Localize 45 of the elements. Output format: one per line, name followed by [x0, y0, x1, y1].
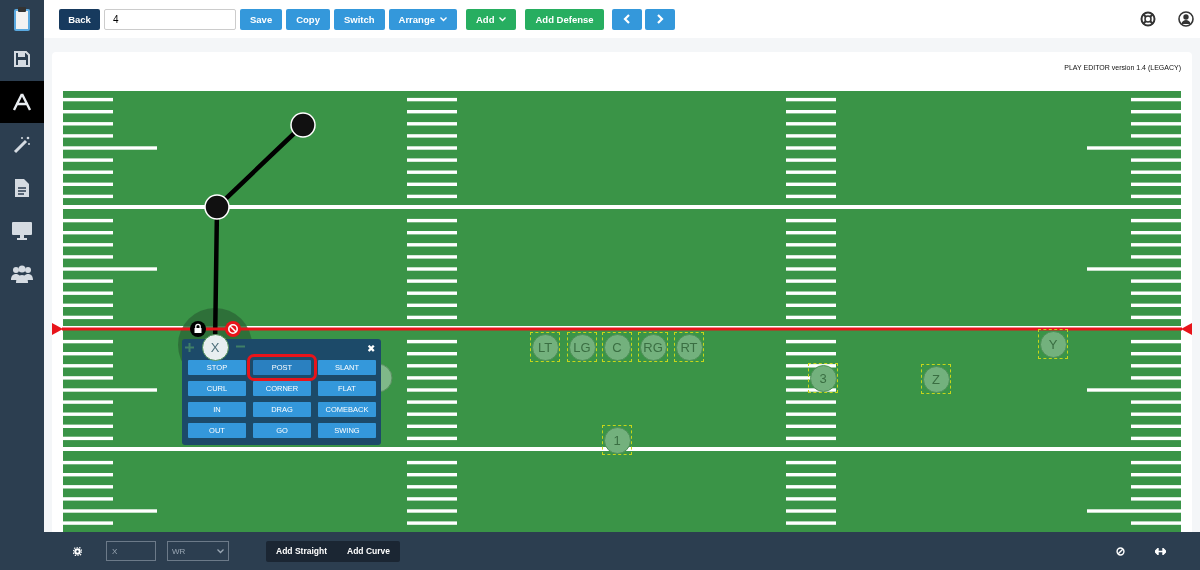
add-line-button[interactable]: Add Straight: [266, 540, 337, 562]
player-label-field[interactable]: X: [106, 541, 156, 561]
close-button[interactable]: ✖: [367, 343, 375, 355]
users-icon: [11, 265, 33, 283]
line-of-scrimmage[interactable]: [52, 323, 1192, 335]
player-marker[interactable]: C: [602, 332, 632, 362]
player-marker[interactable]: LT: [530, 332, 560, 362]
route-node[interactable]: [290, 112, 316, 138]
toolbar-button[interactable]: Add Defense: [525, 8, 604, 30]
help-lifebuoy-icon[interactable]: [1140, 11, 1156, 27]
toolbar-button[interactable]: Copy: [286, 8, 330, 30]
delete-icon[interactable]: [225, 321, 241, 337]
lock-icon[interactable]: [190, 321, 206, 337]
magic-wand-icon: [13, 136, 31, 154]
player-marker[interactable]: Y: [1038, 329, 1068, 359]
toolbar-button[interactable]: Arrange: [388, 8, 457, 30]
sidebar-item[interactable]: [0, 81, 44, 123]
document-icon: [15, 179, 29, 197]
prohibited-icon[interactable]: [1116, 546, 1125, 556]
monitor-icon: [12, 222, 32, 240]
player-marker[interactable]: LG: [567, 332, 597, 362]
previous-button[interactable]: [611, 8, 642, 30]
toolbar-button[interactable]: Switch: [333, 8, 385, 30]
player-marker[interactable]: RG: [638, 332, 668, 362]
compass-tool-icon: [12, 93, 32, 111]
position-select[interactable]: WR: [167, 541, 229, 561]
toolbar-button[interactable]: Save: [240, 8, 283, 30]
add-line-button[interactable]: Add Curve: [337, 540, 400, 562]
player-marker[interactable]: 1: [602, 425, 632, 455]
player-marker[interactable]: Z: [921, 364, 951, 394]
player-marker[interactable]: RT: [674, 332, 704, 362]
caret-icon: [499, 16, 507, 22]
horizontal-arrows-icon[interactable]: [1155, 547, 1166, 555]
user-account-icon[interactable]: [1178, 11, 1194, 27]
caret-icon: [440, 16, 447, 22]
clipboard-icon[interactable]: [13, 6, 31, 32]
route-node[interactable]: [204, 194, 230, 220]
chevron-left-icon: [622, 14, 631, 24]
toolbar-button[interactable]: Add: [466, 8, 517, 30]
next-button[interactable]: [644, 8, 675, 30]
caret-icon: [217, 548, 224, 554]
play-name-field[interactable]: 4: [104, 8, 236, 30]
settings-icon[interactable]: [73, 546, 82, 556]
back-button[interactable]: Back: [59, 8, 100, 30]
chevron-right-icon: [655, 14, 664, 24]
